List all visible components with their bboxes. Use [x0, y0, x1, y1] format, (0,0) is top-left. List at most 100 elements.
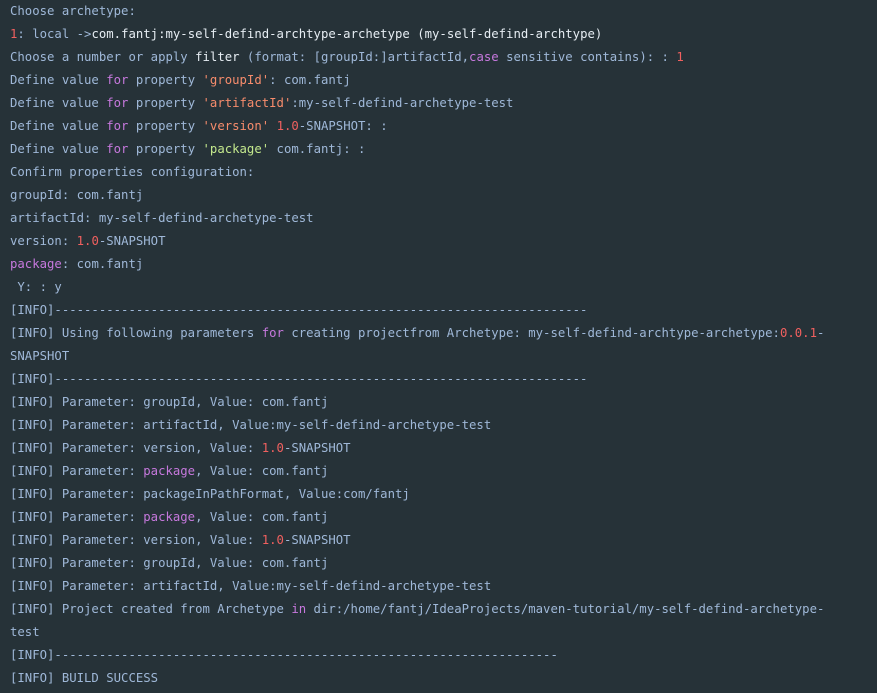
terminal-line: [INFO]----------------------------------… — [10, 299, 877, 322]
terminal-text-segment: property — [128, 142, 203, 156]
terminal-text-segment: 'groupId' — [202, 73, 270, 87]
terminal-text-segment: [INFO] BUILD SUCCESS — [10, 671, 159, 685]
terminal-text-segment: version: — [10, 234, 77, 248]
terminal-text-segment: for — [106, 96, 129, 110]
terminal-line: Define value for property 'package' com.… — [10, 138, 877, 161]
terminal-text-segment: 1 — [676, 50, 684, 64]
terminal-line: Y: : y — [10, 276, 877, 299]
terminal-text-segment: dir:/home/fantj/IdeaProjects/maven-tutor… — [306, 602, 825, 616]
terminal-text-segment: groupId: — [320, 50, 381, 64]
terminal-text-segment: Define value — [10, 73, 107, 87]
terminal-line: [INFO]----------------------------------… — [10, 644, 877, 667]
terminal-text-segment: -SNAPSHOT: : — [298, 119, 388, 133]
terminal-text-segment: case — [469, 50, 499, 64]
terminal-line: [INFO] Parameter: version, Value: 1.0-SN… — [10, 529, 877, 552]
terminal-text-segment: [INFO] Parameter: groupId, Value: com.fa… — [10, 395, 329, 409]
terminal-text-segment: 'artifactId' — [202, 96, 292, 110]
terminal-text-segment: package — [143, 510, 196, 524]
terminal-line: [INFO] Parameter: version, Value: 1.0-SN… — [10, 437, 877, 460]
terminal-text-segment: 1.0 — [261, 441, 284, 455]
terminal-line: [INFO] Project created from Archetype in… — [10, 598, 877, 621]
terminal-line: package: com.fantj — [10, 253, 877, 276]
terminal-line: SNAPSHOT — [10, 345, 877, 368]
terminal-text-segment: com.fantj:my-self-defind-archtype-archet… — [91, 27, 603, 41]
terminal-text-segment: Define value — [10, 119, 107, 133]
terminal-text-segment: [INFO] Parameter: — [10, 510, 144, 524]
terminal-text-segment: for — [106, 119, 129, 133]
terminal-text-segment: SNAPSHOT — [10, 349, 70, 363]
terminal-text-segment: in — [291, 602, 307, 616]
terminal-text-segment: 1.0 — [76, 234, 99, 248]
terminal-text-segment: filter — [195, 50, 240, 64]
terminal-text-segment: 1.0 — [276, 119, 299, 133]
terminal-line: [INFO] Parameter: artifactId, Value:my-s… — [10, 414, 877, 437]
terminal-line: Choose a number or apply filter (format:… — [10, 46, 877, 69]
terminal-text-segment: package — [143, 464, 196, 478]
terminal-text-segment: com.fantj — [283, 73, 351, 87]
terminal-text-segment: -SNAPSHOT — [98, 234, 166, 248]
terminal-line: [INFO] Parameter: groupId, Value: com.fa… — [10, 391, 877, 414]
terminal-text-segment: -SNAPSHOT — [283, 441, 351, 455]
terminal-text-segment: Confirm properties configuration: — [10, 165, 255, 179]
terminal-text-segment: Choose archetype: — [10, 4, 136, 18]
terminal-text-segment: [INFO] Project created from Archetype — [10, 602, 292, 616]
terminal-text-segment: groupId: com.fantj — [10, 188, 144, 202]
terminal-text-segment: artifactId: my-self-defind-archetype-tes… — [10, 211, 314, 225]
terminal-text-segment: property — [128, 73, 203, 87]
terminal-text-segment: : local -> — [17, 27, 92, 41]
terminal-text-segment: [INFO]----------------------------------… — [10, 303, 588, 317]
terminal-text-segment: -SNAPSHOT — [283, 533, 351, 547]
terminal-text-segment: test — [10, 625, 40, 639]
terminal-text-segment: ]artifactId, — [380, 50, 470, 64]
terminal-line: [INFO] Parameter: groupId, Value: com.fa… — [10, 552, 877, 575]
terminal-text-segment: 1.0 — [261, 533, 284, 547]
terminal-text-segment: [INFO] Parameter: artifactId, Value:my-s… — [10, 579, 492, 593]
terminal-text-segment: for — [106, 142, 129, 156]
terminal-text-segment: com.fantj: : — [269, 142, 366, 156]
terminal-text-segment: 0.0.1 — [779, 326, 817, 340]
terminal-text-segment: : com.fantj — [61, 257, 144, 271]
terminal-text-segment: [INFO] Parameter: version, Value: — [10, 533, 262, 547]
terminal-text-segment: for — [106, 73, 129, 87]
terminal-text-segment: [INFO] Parameter: — [10, 464, 144, 478]
terminal-line: [INFO] Using following parameters for cr… — [10, 322, 877, 345]
terminal-text-segment: : — [269, 73, 284, 87]
terminal-text-segment: or — [128, 50, 144, 64]
terminal-line: artifactId: my-self-defind-archetype-tes… — [10, 207, 877, 230]
terminal-line: Define value for property 'groupId': com… — [10, 69, 877, 92]
terminal-text-segment: Define value — [10, 96, 107, 110]
terminal-text-segment: apply — [143, 50, 196, 64]
terminal-text-segment: property — [128, 119, 203, 133]
terminal-line: [INFO] Parameter: package, Value: com.fa… — [10, 460, 877, 483]
terminal-line: Confirm properties configuration: — [10, 161, 877, 184]
terminal-text-segment: 'package' — [202, 142, 270, 156]
terminal-line: [INFO] Parameter: packageInPathFormat, V… — [10, 483, 877, 506]
terminal-text-segment: for — [261, 326, 284, 340]
terminal-text-segment: (format: [ — [239, 50, 321, 64]
terminal-text-segment: [INFO] Parameter: version, Value: — [10, 441, 262, 455]
terminal-line: [INFO] BUILD SUCCESS — [10, 667, 877, 690]
terminal-text-segment: [INFO]----------------------------------… — [10, 648, 558, 662]
terminal-line: groupId: com.fantj — [10, 184, 877, 207]
terminal-text-segment: sensitive contains): : — [498, 50, 677, 64]
terminal-text-segment: [INFO] Parameter: groupId, Value: com.fa… — [10, 556, 329, 570]
terminal-text-segment: property — [128, 96, 203, 110]
terminal-line: Choose archetype: — [10, 0, 877, 23]
terminal-text-segment: [INFO]----------------------------------… — [10, 372, 588, 386]
terminal-line: version: 1.0-SNAPSHOT — [10, 230, 877, 253]
terminal-text-segment: Y: : y — [10, 280, 62, 294]
terminal-text-segment: - — [817, 326, 825, 340]
terminal-line: [INFO] Parameter: package, Value: com.fa… — [10, 506, 877, 529]
terminal-text-segment: creating projectfrom Archetype: my-self-… — [283, 326, 780, 340]
terminal-text-segment: package — [10, 257, 62, 271]
terminal-text-segment: [INFO] Using following parameters — [10, 326, 262, 340]
terminal-text-segment: 'version' — [202, 119, 270, 133]
terminal-line: Define value for property 'artifactId':m… — [10, 92, 877, 115]
terminal-text-segment: [INFO] Parameter: artifactId, Value:my-s… — [10, 418, 492, 432]
terminal-text-segment: [INFO] Parameter: packageInPathFormat, V… — [10, 487, 410, 501]
terminal-line: test — [10, 621, 877, 644]
terminal-line: [INFO]----------------------------------… — [10, 368, 877, 391]
terminal-output: Choose archetype: 1: local ->com.fantj:my… — [0, 0, 877, 693]
terminal-line: 1: local ->com.fantj:my-self-defind-arch… — [10, 23, 877, 46]
